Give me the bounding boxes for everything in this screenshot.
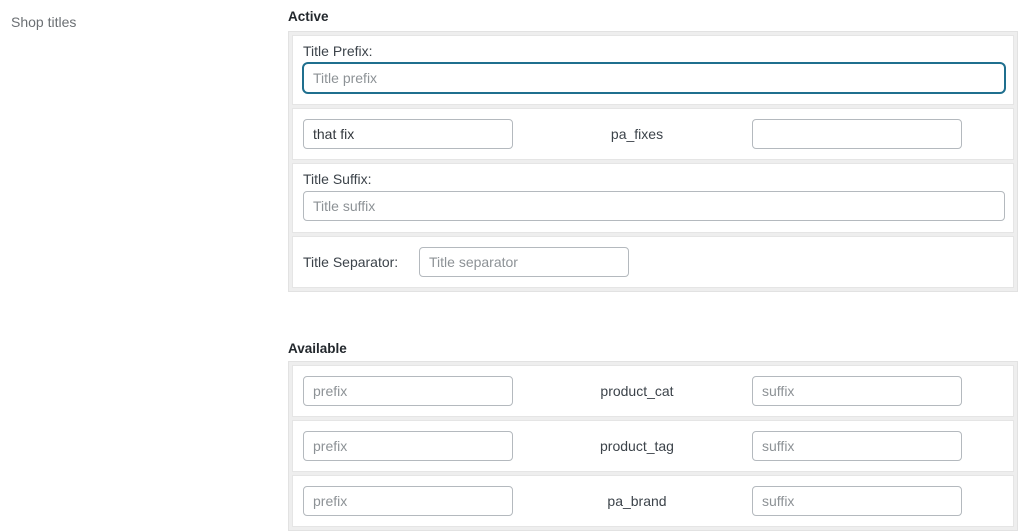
active-terms-group: Title Prefix: pa_fixes Title Suffix: Tit… — [288, 31, 1018, 292]
available-term-row: pa_brand — [292, 475, 1014, 527]
active-term-name: pa_fixes — [610, 126, 664, 142]
available-term-suffix-input[interactable] — [752, 376, 962, 406]
available-section-heading: Available — [288, 341, 347, 356]
available-term-prefix-input[interactable] — [303, 376, 513, 406]
available-term-name: product_cat — [600, 383, 674, 399]
available-terms-group: product_cat product_tag pa_brand — [288, 361, 1018, 531]
active-term-row: pa_fixes — [292, 108, 1014, 160]
available-term-prefix-input[interactable] — [303, 431, 513, 461]
active-section-heading: Active — [288, 9, 329, 24]
available-term-name: product_tag — [600, 438, 674, 454]
title-separator-input[interactable] — [419, 247, 629, 277]
title-separator-label: Title Separator: — [303, 254, 399, 270]
active-term-suffix-input[interactable] — [752, 119, 962, 149]
settings-row-label: Shop titles — [11, 14, 77, 30]
available-term-prefix-input[interactable] — [303, 486, 513, 516]
title-suffix-input[interactable] — [303, 191, 1005, 221]
available-term-suffix-input[interactable] — [752, 486, 962, 516]
title-suffix-card: Title Suffix: — [292, 163, 1014, 233]
title-prefix-label: Title Prefix: — [303, 43, 373, 59]
available-term-name: pa_brand — [607, 493, 667, 509]
available-term-row: product_tag — [292, 420, 1014, 472]
available-term-row: product_cat — [292, 365, 1014, 417]
available-term-suffix-input[interactable] — [752, 431, 962, 461]
title-prefix-input[interactable] — [303, 63, 1005, 93]
title-prefix-card: Title Prefix: — [292, 35, 1014, 105]
title-suffix-label: Title Suffix: — [303, 171, 372, 187]
title-separator-card: Title Separator: — [292, 236, 1014, 288]
active-term-prefix-input[interactable] — [303, 119, 513, 149]
